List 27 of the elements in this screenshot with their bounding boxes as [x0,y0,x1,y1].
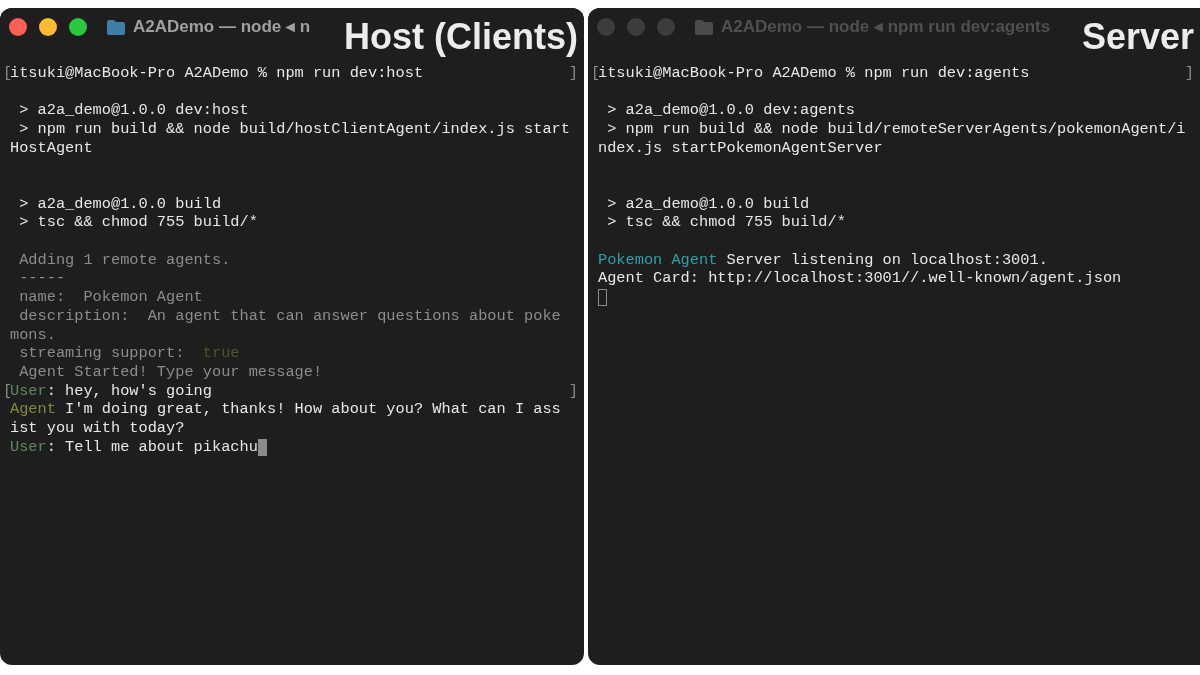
terminal-line: > tsc && chmod 755 build/* [18,212,258,234]
cursor-block [257,438,267,456]
terminal-line: Agent Card: http://localhost:3001//.well-known/agent.json [598,268,1122,290]
terminal-line: ----- [18,268,66,290]
window-title: A2ADemo — node ◂ n [133,16,311,39]
terminal-line: HostAgent [10,137,93,159]
window-control-icon[interactable] [39,18,57,36]
folder-icon [695,19,713,35]
selection-bracket: ] [1184,62,1194,84]
terminal-line: User: hey, how's going [10,380,212,402]
folder-icon [107,19,125,35]
terminal-line: Agent Started! Type your message! [18,361,323,383]
window-control-icon[interactable] [9,18,27,36]
terminal-line: itsuki@MacBook-Pro A2ADemo % npm run dev:agents [598,62,1030,84]
window-control-icon[interactable] [69,18,87,36]
cursor-block [598,289,607,307]
terminal-line: itsuki@MacBook-Pro A2ADemo % npm run dev:host [10,62,424,84]
selection-bracket: ] [568,62,578,84]
terminal-line: Pokemon Agent Server listening on localhost:3001. [598,249,1048,271]
terminal-line: ndex.js startPokemonAgentServer [598,137,883,159]
terminal-line: > tsc && chmod 755 build/* [606,212,846,234]
terminal-line: User: Tell me about pikachu [10,436,258,458]
terminal-line: > a2a_demo@1.0.0 build [18,193,222,215]
selection-bracket: ] [568,380,578,402]
terminal-line: mons. [10,324,56,346]
terminal-line: Adding 1 remote agents. [18,249,231,271]
terminal-line: > a2a_demo@1.0.0 build [606,193,810,215]
